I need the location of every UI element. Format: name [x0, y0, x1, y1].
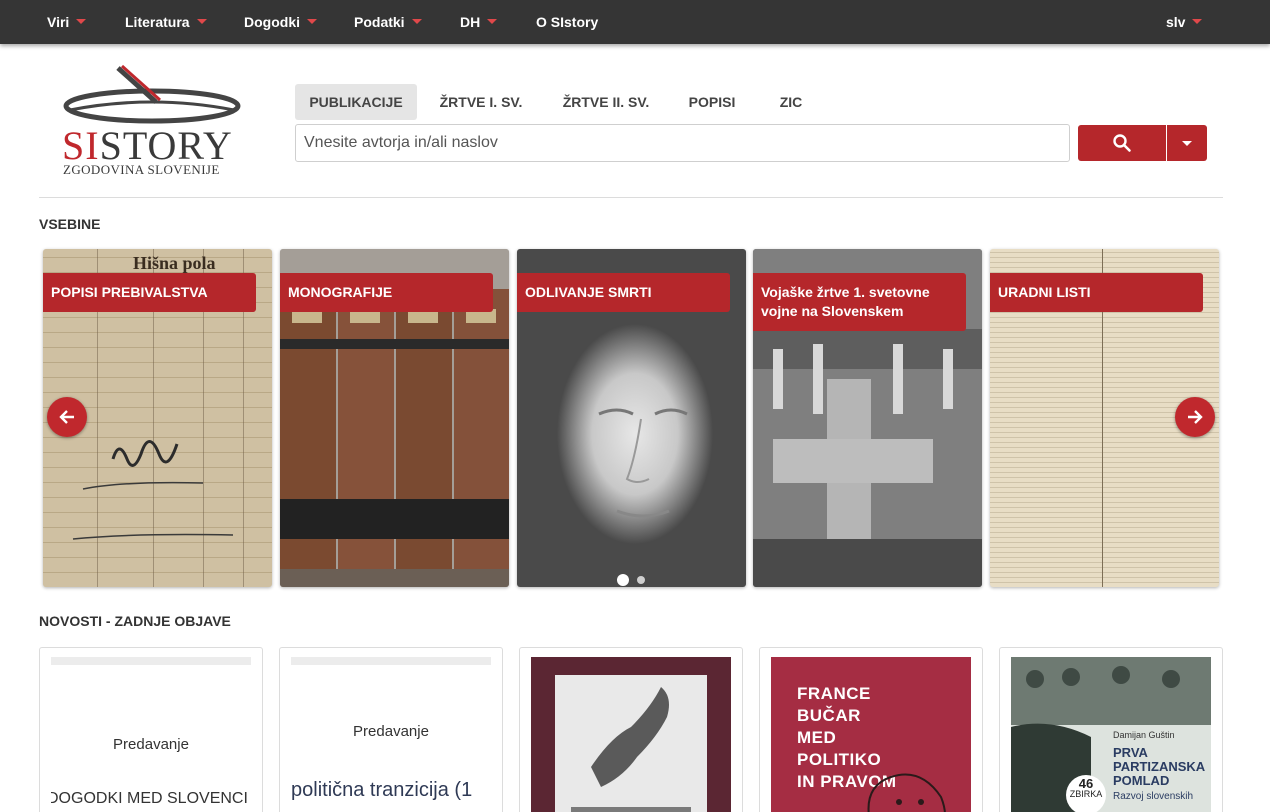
nav-item-literatura[interactable]: Literatura	[125, 0, 207, 44]
news-line1: Predavanje	[353, 723, 429, 740]
news-line2: DOGODKI MED SLOVENCI NA K	[51, 790, 251, 807]
caret-down-icon	[487, 18, 498, 24]
logo-wordmark: SISTORY	[62, 123, 233, 168]
arrow-right-icon	[1188, 410, 1203, 424]
book-title: PRVA PARTIZANSKA POMLAD	[1113, 745, 1206, 788]
nav-label: Dogodki	[244, 14, 300, 30]
top-navigation: Viri Literatura Dogodki Podatki DH O SIs…	[0, 0, 1270, 44]
header-divider	[39, 197, 1223, 198]
news-card-3[interactable]	[519, 647, 743, 812]
news-line1: Predavanje	[113, 736, 189, 753]
carousel-card-monographs[interactable]: MONOGRAFIJE	[280, 249, 509, 587]
tab-zrtve-2-sv[interactable]: ŽRTVE II. SV.	[548, 84, 664, 120]
nav-label: DH	[460, 14, 481, 30]
caret-down-icon	[76, 18, 87, 24]
news-thumbnail	[531, 657, 731, 812]
carousel-card-death-masks[interactable]: ODLIVANJE SMRTI	[517, 249, 746, 587]
card-label: ODLIVANJE SMRTI	[517, 273, 730, 312]
news-thumbnail: FRANCE BUČAR MED POLITIKO IN PRAVOM	[771, 657, 971, 812]
partisans-photo-image	[1011, 666, 1180, 812]
news-heading: NOVOSTI - ZADNJE OBJAVE	[39, 613, 231, 629]
tab-publikacije[interactable]: PUBLIKACIJE	[295, 84, 417, 120]
carousel-next-button[interactable]	[1175, 397, 1215, 437]
contents-heading: VSEBINE	[39, 216, 101, 232]
caret-down-icon	[1182, 140, 1192, 146]
card-label: MONOGRAFIJE	[280, 273, 493, 312]
news-thumbnail: Predavanje DOGODKI MED SLOVENCI NA K	[51, 657, 251, 812]
news-card-4[interactable]: FRANCE BUČAR MED POLITIKO IN PRAVOM	[759, 647, 983, 812]
nav-label: Viri	[47, 14, 70, 30]
nav-label: Podatki	[354, 14, 405, 30]
portrait-drawing-image	[867, 773, 946, 812]
tab-zrtve-1-sv[interactable]: ŽRTVE I. SV.	[425, 84, 537, 120]
news-thumbnail: 46 ZBIRKA Damijan Guštin PRVA PARTIZANSKA…	[1011, 657, 1211, 812]
card-label: Vojaške žrtve 1. svetovne vojne na Slove…	[753, 273, 966, 331]
search-input[interactable]	[295, 124, 1070, 162]
nav-item-podatki[interactable]: Podatki	[354, 0, 422, 44]
news-card-5[interactable]: 46 ZBIRKA Damijan Guštin PRVA PARTIZANSKA…	[999, 647, 1223, 812]
caret-down-icon	[411, 18, 422, 24]
news-card-2[interactable]: Predavanje politična tranzicija (1	[279, 647, 503, 812]
news-line2: politična tranzicija (1	[291, 779, 473, 801]
statue-image	[571, 687, 691, 812]
tab-zic[interactable]: ZIC	[766, 84, 816, 120]
tab-popisi[interactable]: POPISI	[676, 84, 748, 120]
book-author: Damijan Guštin	[1113, 730, 1175, 740]
caret-down-icon	[1192, 18, 1203, 24]
logo-emblem-icon	[63, 64, 241, 124]
search-options-dropdown[interactable]	[1167, 125, 1207, 161]
caret-down-icon	[307, 18, 317, 24]
carousel-prev-button[interactable]	[47, 397, 87, 437]
logo-subtitle: ZGODOVINA SLOVENIJE	[63, 162, 220, 177]
nav-label: O SIstory	[536, 14, 599, 30]
nav-item-viri[interactable]: Viri	[47, 0, 87, 44]
news-card-1[interactable]: Predavanje DOGODKI MED SLOVENCI NA K	[39, 647, 263, 812]
carousel-dot-1-active[interactable]	[617, 574, 629, 586]
nav-label: Literatura	[125, 14, 190, 30]
card-label: POPISI PREBIVALSTVA	[43, 273, 256, 312]
arrow-left-icon	[59, 410, 74, 424]
nav-item-o-sistory[interactable]: O SIstory	[536, 0, 598, 44]
caret-down-icon	[196, 18, 207, 24]
carousel-card-war-victims[interactable]: Vojaške žrtve 1. svetovne vojne na Slove…	[753, 249, 982, 587]
nav-item-dh[interactable]: DH	[460, 0, 498, 44]
nav-item-dogodki[interactable]: Dogodki	[244, 0, 317, 44]
book-subtitle: Razvoj slovenskih	[1113, 791, 1194, 802]
news-thumbnail: Predavanje politična tranzicija (1	[291, 657, 491, 812]
series-badge: 46 ZBIRKA	[1066, 775, 1106, 812]
language-label: slv	[1166, 14, 1186, 30]
search-button[interactable]	[1078, 125, 1166, 161]
search-icon	[1113, 134, 1131, 152]
carousel-dot-2[interactable]	[637, 576, 645, 584]
sistory-logo[interactable]: SISTORY ZGODOVINA SLOVENIJE	[62, 64, 252, 182]
card-label: URADNI LISTI	[990, 273, 1203, 312]
language-selector[interactable]: slv	[1166, 0, 1203, 44]
